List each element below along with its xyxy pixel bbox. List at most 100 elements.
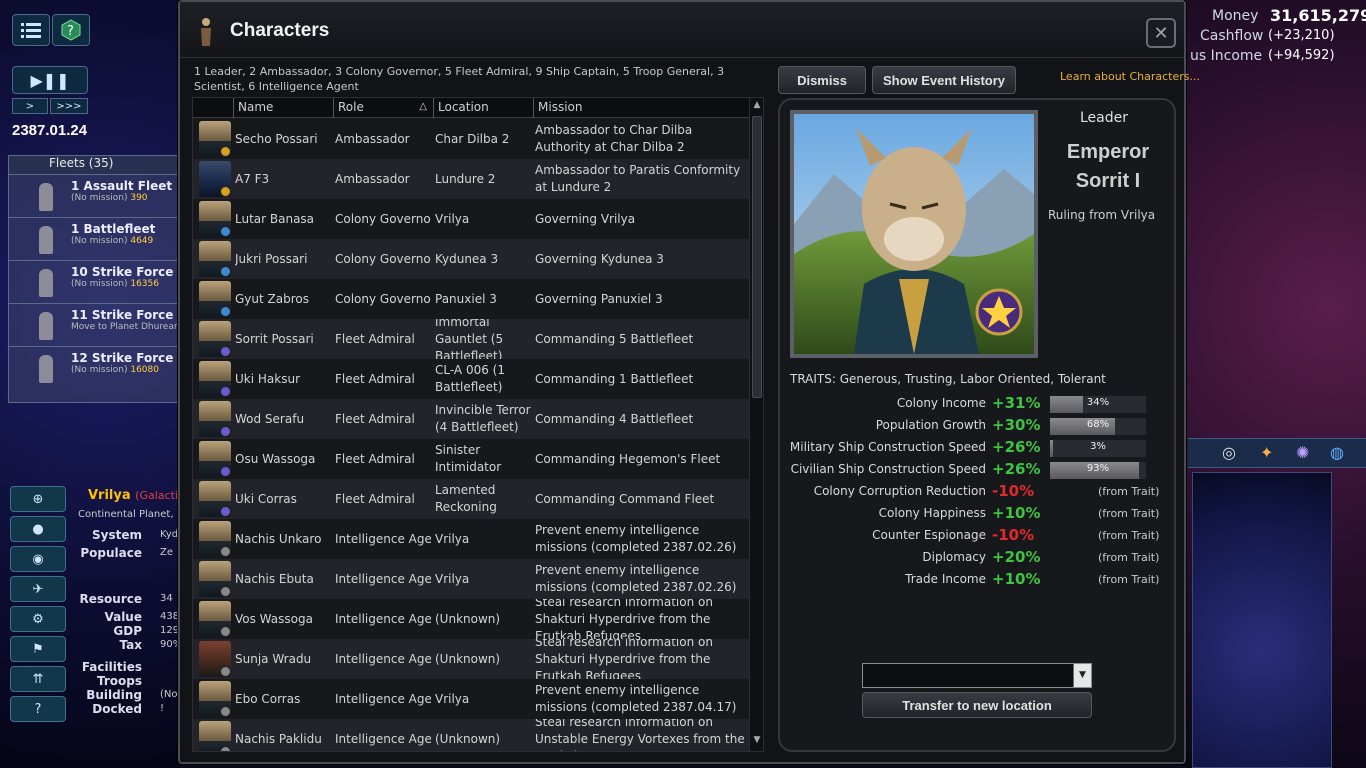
character-row[interactable]: Osu Wassoga Fleet Admiral Sinister Intimid… — [193, 439, 749, 479]
fleet-name: 12 Strike Force — [71, 351, 174, 365]
character-row[interactable]: Nachis Paklidu Intelligence Agent (Unknown… — [193, 719, 749, 751]
close-button[interactable]: ✕ — [1146, 18, 1176, 48]
learn-about-characters-link[interactable]: Learn about Characters... — [1060, 70, 1200, 83]
fleet-row[interactable]: 12 Strike Force (No mission) 16080 — [9, 346, 177, 389]
character-role-cell: Intelligence Agent — [335, 651, 431, 666]
character-avatar — [199, 161, 231, 197]
planet-troops-button[interactable]: ⇈ — [10, 666, 66, 692]
planet-help-button[interactable]: ? — [10, 696, 66, 722]
planet-flag-button[interactable]: ⚑ — [10, 636, 66, 662]
character-row[interactable]: Uki Haksur Fleet Admiral CL-A 006 (1 Battl… — [193, 359, 749, 399]
play-pause-button[interactable]: ▶❚❚ — [12, 66, 88, 94]
income-value: (+94,592) — [1268, 48, 1335, 63]
dismiss-button[interactable]: Dismiss — [778, 66, 866, 94]
column-location[interactable]: Location — [433, 98, 533, 118]
character-row[interactable]: Nachis Unkaro Intelligence Agent Vrilya Pre… — [193, 519, 749, 559]
help-icon: ? — [61, 19, 81, 41]
star-icon[interactable]: ✦ — [1260, 443, 1273, 462]
character-row[interactable]: Jukri Possari Colony Governor Kydunea 3 Gov… — [193, 239, 749, 279]
minimap[interactable] — [1192, 472, 1332, 768]
character-role-cell: Fleet Admiral — [335, 451, 415, 466]
planet-type: Continental Planet, 3 — [78, 509, 184, 520]
character-role-cell: Colony Governor — [335, 211, 431, 226]
character-role-cell: Intelligence Agent — [335, 571, 431, 586]
character-avatar — [199, 361, 231, 397]
column-name[interactable]: Name — [233, 98, 333, 118]
stat-value: +26% — [992, 460, 1041, 478]
dialog-header: Characters ✕ — [180, 2, 1184, 58]
character-avatar — [199, 121, 231, 157]
character-row[interactable]: Sorrit Possari Fleet Admiral Immortal Gaun… — [193, 319, 749, 359]
column-role[interactable]: Role △ — [333, 98, 433, 118]
stat-value: +26% — [992, 438, 1041, 456]
character-location-cell: Char Dilba 2 — [435, 131, 510, 146]
character-row[interactable]: Vos Wassoga Intelligence Agent (Unknown) St… — [193, 599, 749, 639]
chevron-down-icon[interactable]: ▼ — [1073, 664, 1091, 687]
role-badge-icon — [220, 426, 231, 437]
role-badge-icon — [220, 346, 231, 357]
fleet-row[interactable]: 1 Assault Fleet (No mission) 390 — [9, 174, 177, 217]
character-row[interactable]: A7 F3 Ambassador Lundure 2 Ambassador to Pa… — [193, 159, 749, 199]
stat-progress-text: 3% — [1090, 441, 1106, 452]
fleet-row[interactable]: 1 Battlefleet (No mission) 4649 — [9, 217, 177, 260]
fleets-header[interactable]: Fleets (35) — [9, 156, 177, 174]
planet-panel: ⊕ ● ◉ ✈ ⚙ ⚑ ⇈ ? Vrilya (Galacti Continen… — [8, 482, 185, 732]
stat-progress-text: 68% — [1086, 419, 1110, 430]
role-badge-icon — [220, 666, 231, 677]
list-scrollbar[interactable]: ▲ ▼ — [749, 98, 763, 751]
scroll-thumb[interactable] — [752, 116, 762, 398]
character-mission-cell: Governing Vrilya — [535, 211, 636, 226]
character-row[interactable]: Uki Corras Fleet Admiral Lamented Reckonin… — [193, 479, 749, 519]
planet-view-button[interactable]: ● — [10, 516, 66, 542]
character-mission-cell: Governing Panuxiel 3 — [535, 291, 663, 306]
main-menu-button[interactable] — [12, 14, 50, 46]
character-avatar — [199, 521, 231, 557]
cashflow-label: Cashflow — [1200, 28, 1264, 44]
eye-icon: ◉ — [32, 551, 44, 567]
globe-icon[interactable]: ◍ — [1330, 443, 1344, 462]
character-mission-cell: Prevent enemy intelligence missions (com… — [535, 683, 737, 714]
speed-fast-button[interactable]: >>> — [50, 98, 88, 114]
scroll-down-icon[interactable]: ▼ — [750, 735, 763, 749]
planet-target-button[interactable]: ⊕ — [10, 486, 66, 512]
planet-name[interactable]: Vrilya (Galacti — [88, 488, 178, 503]
galaxy-icon[interactable]: ◎ — [1222, 443, 1236, 462]
nebula-icon[interactable]: ✺ — [1296, 443, 1309, 462]
transfer-button[interactable]: Transfer to new location — [862, 692, 1092, 718]
scroll-up-icon[interactable]: ▲ — [750, 100, 763, 114]
character-row[interactable]: Nachis Ebuta Intelligence Agent Vrilya Prev… — [193, 559, 749, 599]
character-row[interactable]: Lutar Banasa Colony Governor Vrilya Governi… — [193, 199, 749, 239]
stat-row: Civilian Ship Construction Speed +26% 93% — [780, 460, 1178, 480]
planet-settings-button[interactable]: ⚙ — [10, 606, 66, 632]
character-location-cell: (Unknown) — [435, 731, 501, 746]
planet-icon: ● — [32, 521, 44, 537]
planet-ship-button[interactable]: ✈ — [10, 576, 66, 602]
show-event-history-button[interactable]: Show Event History — [872, 66, 1016, 94]
character-row[interactable]: Ebo Corras Intelligence Agent Vrilya Preven… — [193, 679, 749, 719]
character-avatar — [199, 441, 231, 477]
planet-stat-label: Value — [104, 610, 142, 624]
fleet-row[interactable]: 11 Strike Force Move to Planet Dhurean P — [9, 303, 188, 346]
stat-value: +10% — [992, 504, 1041, 522]
speed-slow-button[interactable]: > — [12, 98, 48, 114]
fleet-row[interactable]: 10 Strike Force (No mission) 16356 — [9, 260, 177, 303]
stat-progress-text: 34% — [1086, 397, 1110, 408]
character-mission-cell: Governing Kydunea 3 — [535, 251, 664, 266]
svg-text:?: ? — [67, 24, 74, 39]
column-mission[interactable]: Mission — [533, 98, 749, 118]
fleet-ship-icon — [39, 226, 53, 254]
character-row[interactable]: Wod Serafu Fleet Admiral Invincible Terror… — [193, 399, 749, 439]
character-row[interactable]: Secho Possari Ambassador Char Dilba 2 Ambas… — [193, 119, 749, 159]
character-location-cell: (Unknown) — [435, 611, 501, 626]
character-row[interactable]: Sunja Wradu Intelligence Agent (Unknown) St… — [193, 639, 749, 679]
character-role-cell: Intelligence Agent — [335, 611, 431, 626]
role-badge-icon — [220, 186, 231, 197]
planet-eye-button[interactable]: ◉ — [10, 546, 66, 572]
character-location-cell: Vrilya — [435, 211, 470, 226]
help-button[interactable]: ? — [52, 14, 90, 46]
character-location-cell: Sinister Intimidator — [435, 443, 502, 474]
location-select[interactable]: ▼ — [862, 663, 1092, 688]
character-row[interactable]: Gyut Zabros Colony Governor Panuxiel 3 Gove… — [193, 279, 749, 319]
character-location-cell: Immortal Gauntlet (5 Battlefleet) — [435, 319, 504, 359]
stat-label: Military Ship Construction Speed — [789, 440, 986, 454]
